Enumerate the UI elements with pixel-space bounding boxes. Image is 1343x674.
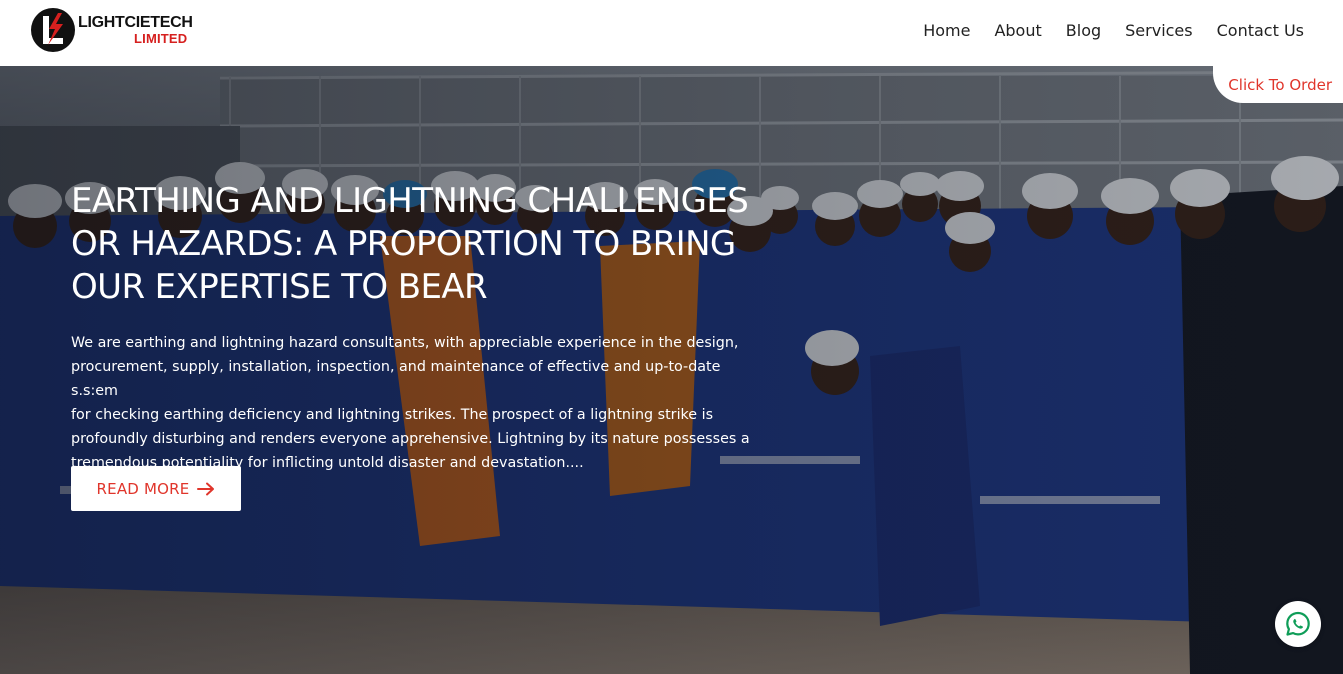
- nav-home[interactable]: Home: [923, 20, 970, 42]
- read-more-label: READ MORE: [96, 479, 190, 498]
- brand-logo[interactable]: LIGHTCIETECH LIMITED: [30, 6, 200, 54]
- main-nav: Home About Blog Services Contact Us: [923, 20, 1304, 42]
- hero-text-line: procurement, supply, installation, inspe…: [71, 359, 721, 399]
- hero-title: EARTHING AND LIGHTNING CHALLENGES OR HAZ…: [71, 180, 771, 309]
- arrow-right-icon: [197, 482, 215, 495]
- whatsapp-button[interactable]: [1275, 601, 1321, 647]
- brand-suffix: LIMITED: [134, 31, 188, 46]
- nav-contact-us[interactable]: Contact Us: [1217, 20, 1304, 42]
- hero-text-line: profoundly disturbing and renders everyo…: [71, 431, 750, 447]
- hero-title-line: OR HAZARDS: A PROPORTION TO BRING: [71, 224, 736, 264]
- hero-text-line: We are earthing and lightning hazard con…: [71, 335, 739, 351]
- hero-title-line: EARTHING AND LIGHTNING CHALLENGES: [71, 181, 749, 221]
- click-to-order-button[interactable]: Click To Order: [1213, 66, 1343, 103]
- nav-services[interactable]: Services: [1125, 20, 1192, 42]
- site-header: LIGHTCIETECH LIMITED Home About Blog Ser…: [0, 0, 1343, 66]
- hero-description: We are earthing and lightning hazard con…: [71, 331, 761, 475]
- hero-text-line: for checking earthing deficiency and lig…: [71, 407, 714, 423]
- nav-blog[interactable]: Blog: [1066, 20, 1101, 42]
- read-more-button[interactable]: READ MORE: [71, 466, 241, 511]
- hero-content: EARTHING AND LIGHTNING CHALLENGES OR HAZ…: [71, 180, 771, 475]
- whatsapp-icon: [1286, 611, 1310, 636]
- brand-name: LIGHTCIETECH: [78, 14, 193, 31]
- nav-about[interactable]: About: [994, 20, 1041, 42]
- hero-title-line: OUR EXPERTISE TO BEAR: [71, 267, 488, 307]
- lightning-logo-icon: [31, 8, 75, 52]
